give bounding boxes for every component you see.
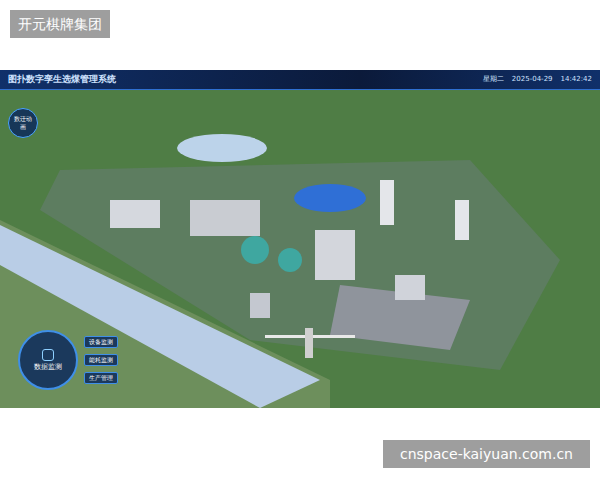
datetime: 星期二 2025-04-29 14:42:42 bbox=[483, 74, 592, 85]
nav-menu: 数据监测 设备监测能耗监测生产管理 bbox=[18, 330, 118, 390]
dashboard-title: 图扑数字孪生选煤管理系统 bbox=[8, 73, 116, 87]
date-text: 2025-04-29 bbox=[512, 74, 553, 85]
menu-list: 设备监测能耗监测生产管理 bbox=[84, 336, 118, 384]
time-text: 14:42:42 bbox=[561, 74, 592, 85]
menu-hub-label: 数据监测 bbox=[34, 363, 62, 372]
menu-item[interactable]: 设备监测 bbox=[84, 336, 118, 348]
weekday-text: 星期二 bbox=[483, 74, 504, 85]
menu-item[interactable]: 生产管理 bbox=[84, 372, 118, 384]
animation-button[interactable]: 数迁动画 bbox=[8, 108, 38, 138]
title-bar: 图扑数字孪生选煤管理系统 星期二 2025-04-29 14:42:42 bbox=[0, 70, 600, 90]
footer-watermark: cnspace-kaiyuan.com.cn bbox=[383, 440, 590, 468]
plant-scene: 数迁动画数据监测 设备监测能耗监测生产管理 bbox=[0, 90, 600, 408]
menu-hub[interactable]: 数据监测 bbox=[18, 330, 78, 390]
watermark-badge: 开元棋牌集团 bbox=[10, 10, 110, 38]
data-icon bbox=[42, 349, 54, 361]
menu-item[interactable]: 能耗监测 bbox=[84, 354, 118, 366]
dashboard-screenshot: 图扑数字孪生选煤管理系统 星期二 2025-04-29 14:42:42 数迁动画数据监… bbox=[0, 70, 600, 408]
